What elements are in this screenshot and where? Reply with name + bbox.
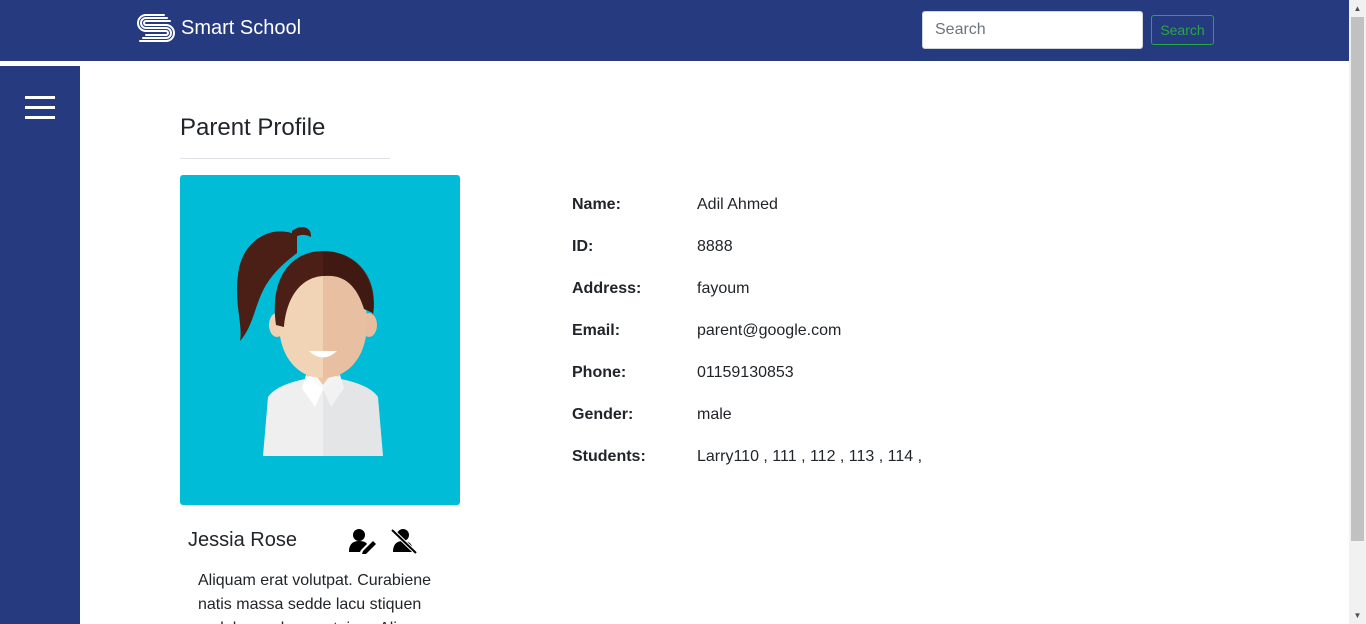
- stacked-s-logo-icon: [137, 14, 175, 42]
- detail-value: Larry110 , 111 , 112 , 113 , 114 ,: [697, 448, 923, 465]
- scroll-down-icon[interactable]: ▼: [1349, 607, 1366, 624]
- hamburger-menu-icon[interactable]: [25, 96, 55, 120]
- search-input[interactable]: [922, 11, 1143, 49]
- detail-value: male: [697, 406, 732, 423]
- scrollbar-thumb[interactable]: [1351, 17, 1364, 541]
- detail-value: fayoum: [697, 280, 750, 297]
- detail-label: Phone:: [572, 364, 627, 381]
- detail-value: parent@google.com: [697, 322, 842, 339]
- user-edit-icon[interactable]: [349, 528, 377, 554]
- profile-avatar: [180, 175, 460, 505]
- detail-label: Gender:: [572, 406, 634, 423]
- page-title: Parent Profile: [180, 114, 326, 141]
- top-navbar: Smart School Search: [0, 0, 1349, 61]
- title-divider: [180, 158, 390, 159]
- woman-avatar-illustration: [236, 227, 383, 456]
- detail-label: ID:: [572, 238, 594, 255]
- detail-label: Address:: [572, 280, 642, 297]
- detail-label: Students:: [572, 448, 646, 465]
- profile-name: Jessia Rose: [188, 529, 297, 551]
- scroll-up-icon[interactable]: ▲: [1349, 0, 1366, 17]
- brand-name: Smart School: [181, 17, 302, 39]
- user-slash-icon[interactable]: [390, 528, 418, 554]
- detail-label: Email:: [572, 322, 621, 339]
- detail-value: 01159130853: [697, 364, 794, 381]
- vertical-scrollbar[interactable]: ▲ ▼: [1349, 0, 1366, 624]
- detail-value: Adil Ahmed: [697, 196, 778, 213]
- brand[interactable]: Smart School: [137, 14, 301, 46]
- detail-value: 8888: [697, 238, 733, 255]
- profile-bio: Aliquam erat volutpat. Curabiene natis m…: [198, 572, 437, 624]
- detail-label: Name:: [572, 196, 621, 213]
- search-button[interactable]: Search: [1151, 15, 1214, 45]
- sidebar: [0, 66, 80, 624]
